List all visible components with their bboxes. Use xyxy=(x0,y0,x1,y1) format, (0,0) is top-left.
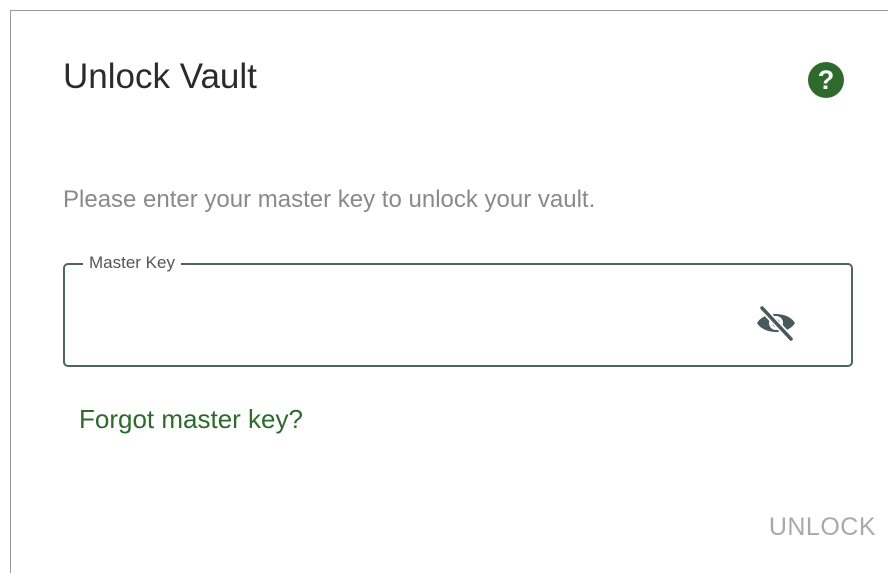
unlock-button[interactable]: UNLOCK xyxy=(746,507,886,547)
master-key-input[interactable] xyxy=(79,289,723,343)
dialog-title: Unlock Vault xyxy=(63,57,257,96)
forgot-master-key-link[interactable]: Forgot master key? xyxy=(79,403,303,435)
toggle-visibility-button[interactable] xyxy=(753,303,799,343)
master-key-label: Master Key xyxy=(83,253,181,273)
unlock-prompt: Please enter your master key to unlock y… xyxy=(63,186,596,213)
help-button[interactable]: ? xyxy=(808,62,844,98)
unlock-vault-dialog: Unlock Vault ? Please enter your master … xyxy=(10,10,888,573)
master-key-field: Master Key xyxy=(63,253,853,367)
eye-off-icon xyxy=(757,304,795,343)
help-icon: ? xyxy=(817,65,835,95)
